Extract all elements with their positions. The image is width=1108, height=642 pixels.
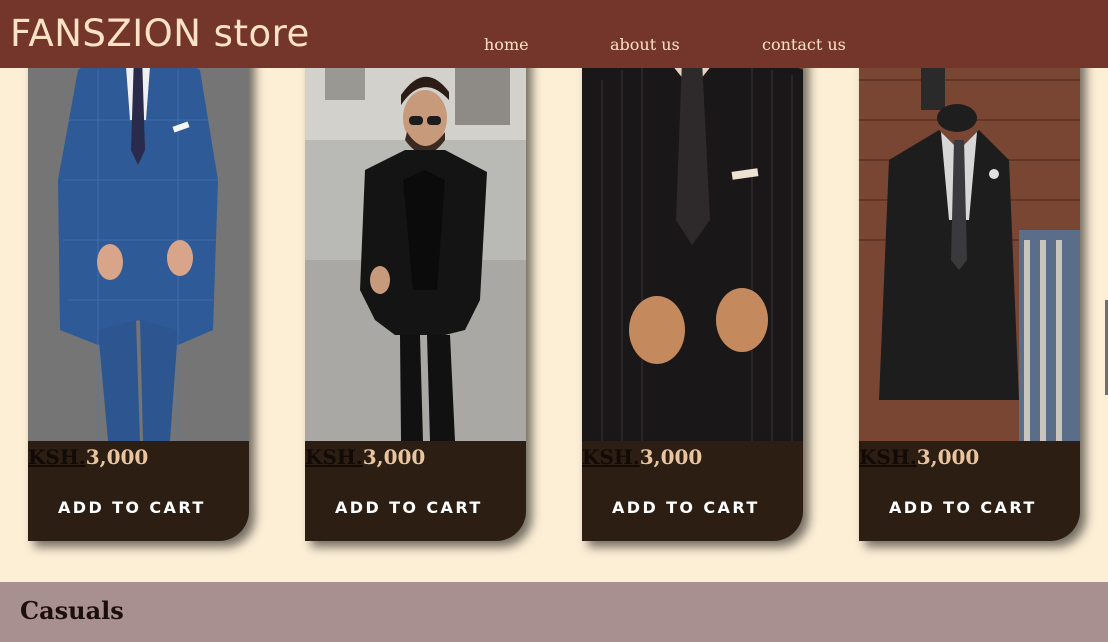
- price: KSH.3,000: [859, 445, 980, 469]
- add-to-cart-button[interactable]: ADD TO CART: [335, 496, 483, 520]
- navbar: FANSZION store home about us contact us: [0, 0, 1108, 68]
- brand-logo[interactable]: FANSZION store: [10, 12, 310, 56]
- product-card: KSH.3,000 ADD TO CART: [28, 0, 249, 541]
- price: KSH.3,000: [305, 445, 426, 469]
- product-card: KSH.3,000 ADD TO CART: [582, 0, 803, 541]
- nav-link-about-us[interactable]: about us: [610, 35, 680, 55]
- product-card: KSH.3,000 ADD TO CART: [859, 0, 1080, 541]
- price: KSH.3,000: [582, 445, 703, 469]
- product-card: KSH.3,000 ADD TO CART: [305, 0, 526, 541]
- section-title: Casuals: [20, 596, 124, 625]
- nav-link-home[interactable]: home: [484, 35, 529, 55]
- add-to-cart-button[interactable]: ADD TO CART: [889, 496, 1037, 520]
- add-to-cart-button[interactable]: ADD TO CART: [58, 496, 206, 520]
- casuals-section: [0, 582, 1108, 642]
- price: KSH.3,000: [28, 445, 149, 469]
- nav-link-contact-us[interactable]: contact us: [762, 35, 846, 55]
- add-to-cart-button[interactable]: ADD TO CART: [612, 496, 760, 520]
